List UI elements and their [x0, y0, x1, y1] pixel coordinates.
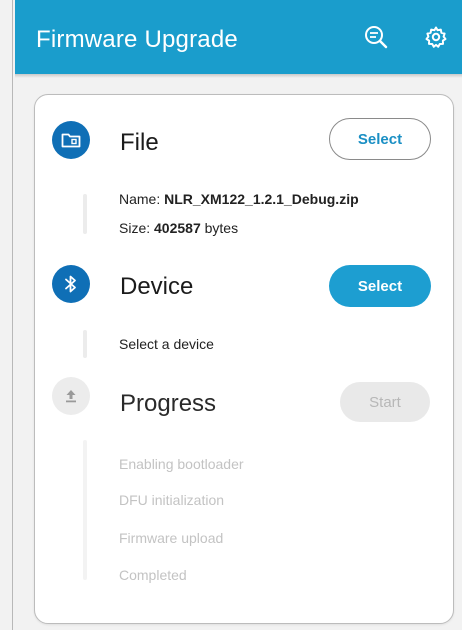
timeline-connector — [83, 194, 87, 234]
upgrade-card — [34, 94, 454, 624]
search-list-icon[interactable] — [361, 22, 391, 52]
start-button[interactable]: Start — [340, 382, 430, 422]
file-name-line: Name: NLR_XM122_1.2.1_Debug.zip — [119, 191, 359, 207]
app-title: Firmware Upgrade — [36, 26, 238, 53]
bluetooth-icon — [52, 265, 90, 303]
settings-gear-icon[interactable] — [421, 22, 451, 52]
progress-step-title: Progress — [120, 390, 217, 417]
file-size-line: Size: 402587 bytes — [119, 220, 238, 236]
device-step-title: Device — [120, 273, 194, 300]
stage-completed: Completed — [119, 567, 187, 583]
appbar-shadow — [15, 74, 462, 78]
file-name-value: NLR_XM122_1.2.1_Debug.zip — [164, 191, 359, 207]
device-status-text: Select a device — [119, 336, 214, 352]
stage-dfu-initialization: DFU initialization — [119, 492, 225, 508]
file-size-value: 402587 — [154, 220, 201, 236]
stage-firmware-upload: Firmware upload — [119, 530, 224, 546]
file-name-label: Name: — [119, 191, 165, 207]
timeline-connector — [83, 440, 87, 580]
file-select-button[interactable]: Select — [329, 118, 431, 160]
folder-icon — [52, 121, 90, 159]
timeline-connector — [83, 330, 87, 358]
device-select-button[interactable]: Select — [329, 265, 431, 307]
app-bar: Firmware Upgrade — [15, 0, 462, 74]
file-step-title: File — [120, 129, 159, 156]
stage-enabling-bootloader: Enabling bootloader — [119, 456, 244, 472]
window-left-border — [12, 0, 13, 630]
file-size-unit: bytes — [200, 220, 239, 236]
file-size-label: Size: — [119, 220, 155, 236]
upload-icon — [52, 377, 90, 415]
